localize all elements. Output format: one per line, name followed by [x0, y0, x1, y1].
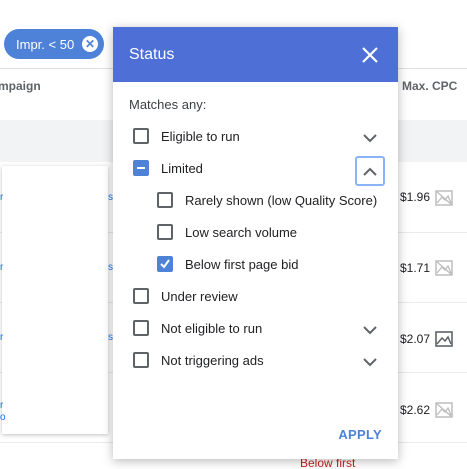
- chevron-down-icon[interactable]: [359, 351, 381, 373]
- max-cpc-column-header[interactable]: Max. CPC: [402, 79, 457, 93]
- image-disabled-icon: [435, 402, 453, 418]
- checkbox[interactable]: [133, 320, 149, 336]
- max-cpc-value[interactable]: $2.62: [400, 403, 430, 417]
- image-icon: [435, 331, 453, 347]
- checkbox[interactable]: [133, 128, 149, 144]
- option-below-first-page-bid[interactable]: Below first page bid: [157, 253, 298, 275]
- option-eligible-to-run[interactable]: Eligible to run: [133, 125, 240, 147]
- hover-card: [2, 166, 108, 434]
- image-disabled-icon: [435, 190, 453, 206]
- max-cpc-value[interactable]: $2.07: [400, 332, 430, 346]
- campaign-link-fragment[interactable]: r: [0, 262, 3, 273]
- max-cpc-value[interactable]: $1.71: [400, 261, 430, 275]
- apply-button[interactable]: APPLY: [338, 427, 382, 442]
- option-label: Eligible to run: [161, 128, 240, 144]
- option-limited[interactable]: Limited: [133, 157, 203, 179]
- chevron-up-icon[interactable]: [355, 156, 385, 186]
- dialog-header: Status: [113, 27, 398, 82]
- chevron-down-icon[interactable]: [359, 319, 381, 341]
- dialog-title: Status: [129, 45, 175, 63]
- option-under-review[interactable]: Under review: [133, 285, 238, 307]
- option-label: Low search volume: [185, 224, 297, 240]
- checkbox[interactable]: [133, 352, 149, 368]
- option-not-eligible-to-run[interactable]: Not eligible to run: [133, 317, 262, 339]
- checkbox-checked[interactable]: [157, 256, 173, 272]
- filter-chip[interactable]: Impr. < 50 ✕: [4, 29, 104, 59]
- filter-chip-label: Impr. < 50: [16, 36, 75, 52]
- option-label: Rarely shown (low Quality Score): [185, 192, 378, 208]
- checkbox[interactable]: [133, 288, 149, 304]
- campaign-column-header[interactable]: mpaign: [0, 79, 41, 93]
- campaign-link-fragment[interactable]: r: [0, 400, 3, 411]
- option-label: Not eligible to run: [161, 320, 263, 336]
- campaign-link-fragment[interactable]: r: [0, 332, 3, 343]
- option-not-triggering-ads[interactable]: Not triggering ads: [133, 349, 264, 371]
- checkbox[interactable]: [157, 224, 173, 240]
- option-label: Limited: [161, 160, 203, 176]
- check-icon: [160, 259, 170, 269]
- option-label: Not triggering ads: [161, 352, 264, 368]
- campaign-link-fragment[interactable]: o: [0, 412, 6, 423]
- option-label: Below first page bid: [185, 256, 299, 272]
- max-cpc-value[interactable]: $1.96: [400, 190, 430, 204]
- matches-label: Matches any:: [129, 97, 207, 112]
- campaign-link-fragment[interactable]: r: [0, 192, 3, 203]
- status-filter-dialog: Status Matches any: Eligible to run Limi…: [113, 27, 398, 459]
- chevron-down-icon[interactable]: [359, 127, 381, 149]
- option-label: Under review: [161, 288, 238, 304]
- checkbox[interactable]: [157, 192, 173, 208]
- close-circle-icon[interactable]: ✕: [82, 36, 98, 52]
- option-low-search-volume[interactable]: Low search volume: [157, 221, 297, 243]
- checkbox-indeterminate[interactable]: [133, 160, 149, 176]
- option-rarely-shown[interactable]: Rarely shown (low Quality Score): [157, 189, 377, 211]
- image-disabled-icon: [435, 260, 453, 276]
- close-icon[interactable]: [360, 45, 380, 65]
